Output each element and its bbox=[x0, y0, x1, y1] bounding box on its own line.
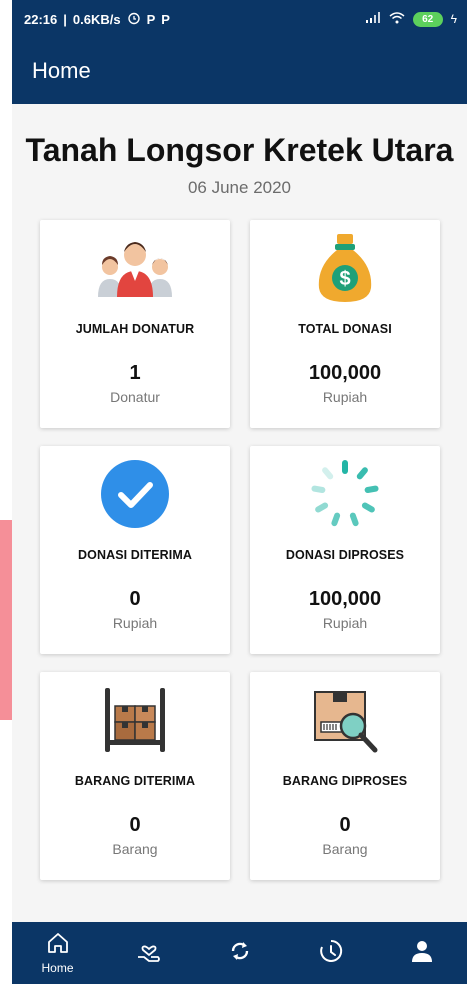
parking-icon: P bbox=[146, 11, 156, 27]
refresh-icon bbox=[228, 939, 252, 968]
card-value: 1 bbox=[129, 362, 141, 384]
card-total-donasi[interactable]: $ TOTAL DONASI 100,000 Rupiah bbox=[250, 220, 440, 428]
wifi-icon bbox=[389, 11, 405, 27]
stats-grid: JUMLAH DONATUR 1 Donatur $ TOTAL DONASI … bbox=[40, 220, 440, 880]
card-label: JUMLAH DONATUR bbox=[75, 322, 195, 336]
status-bar: 22:16 | 0.6KB/s P P 62 ϟ bbox=[12, 0, 467, 38]
card-barang-diterima[interactable]: BARANG DITERIMA 0 Barang bbox=[40, 672, 230, 880]
card-label: DONASI DIPROSES bbox=[285, 548, 405, 562]
card-unit: Rupiah bbox=[322, 389, 368, 405]
card-unit: Barang bbox=[112, 841, 158, 857]
status-network-speed: 0.6KB/s bbox=[72, 11, 121, 27]
profile-icon bbox=[410, 939, 434, 968]
warehouse-boxes-icon bbox=[90, 684, 180, 756]
phone-screen: 22:16 | 0.6KB/s P P 62 ϟ Home Tanah Long… bbox=[12, 0, 467, 984]
card-label: BARANG DITERIMA bbox=[74, 774, 196, 788]
parking-icon-2: P bbox=[161, 11, 170, 27]
app-bar-title: Home bbox=[32, 58, 91, 83]
page-title: Tanah Longsor Kretek Utara bbox=[25, 132, 454, 168]
card-value: 100,000 bbox=[308, 588, 382, 610]
card-label: DONASI DITERIMA bbox=[78, 548, 192, 562]
nav-label-home: Home bbox=[41, 960, 74, 975]
alarm-icon bbox=[127, 11, 141, 28]
card-unit: Barang bbox=[322, 841, 368, 857]
donate-hand-icon bbox=[135, 937, 163, 970]
nav-history[interactable] bbox=[291, 922, 371, 984]
card-value: 100,000 bbox=[308, 362, 382, 384]
card-barang-diproses[interactable]: BARANG DIPROSES 0 Barang bbox=[250, 672, 440, 880]
home-icon bbox=[46, 932, 70, 959]
history-clock-icon bbox=[318, 938, 344, 969]
money-bag-icon: $ bbox=[300, 232, 390, 304]
card-donasi-diproses[interactable]: DONASI DIPROSES 100,000 Rupiah bbox=[250, 446, 440, 654]
page-date: 06 June 2020 bbox=[187, 178, 292, 197]
card-jumlah-donatur[interactable]: JUMLAH DONATUR 1 Donatur bbox=[40, 220, 230, 428]
card-unit: Rupiah bbox=[322, 615, 368, 631]
charging-icon: ϟ bbox=[450, 12, 457, 26]
app-bar: Home bbox=[12, 38, 467, 104]
status-time: 22:16 bbox=[24, 11, 58, 27]
box-search-icon bbox=[300, 684, 390, 756]
bottom-navigation: Home bbox=[12, 922, 467, 984]
card-unit: Donatur bbox=[110, 389, 160, 405]
nav-refresh[interactable] bbox=[200, 922, 280, 984]
signal-icon bbox=[365, 11, 381, 27]
card-value: 0 bbox=[129, 814, 141, 836]
left-edge-decoration bbox=[0, 520, 12, 720]
card-label: TOTAL DONASI bbox=[298, 322, 392, 336]
loading-spinner-icon bbox=[300, 458, 390, 530]
card-value: 0 bbox=[339, 814, 351, 836]
svg-text:$: $ bbox=[339, 268, 350, 290]
card-donasi-diterima[interactable]: DONASI DITERIMA 0 Rupiah bbox=[40, 446, 230, 654]
check-circle-icon bbox=[90, 458, 180, 530]
nav-home[interactable]: Home bbox=[18, 922, 98, 984]
donors-group-icon bbox=[90, 232, 180, 304]
card-unit: Rupiah bbox=[112, 615, 158, 631]
card-label: BARANG DIPROSES bbox=[282, 774, 408, 788]
card-value: 0 bbox=[129, 588, 141, 610]
nav-profile[interactable] bbox=[382, 922, 462, 984]
nav-donate[interactable] bbox=[109, 922, 189, 984]
battery-icon: 62 bbox=[412, 11, 443, 27]
